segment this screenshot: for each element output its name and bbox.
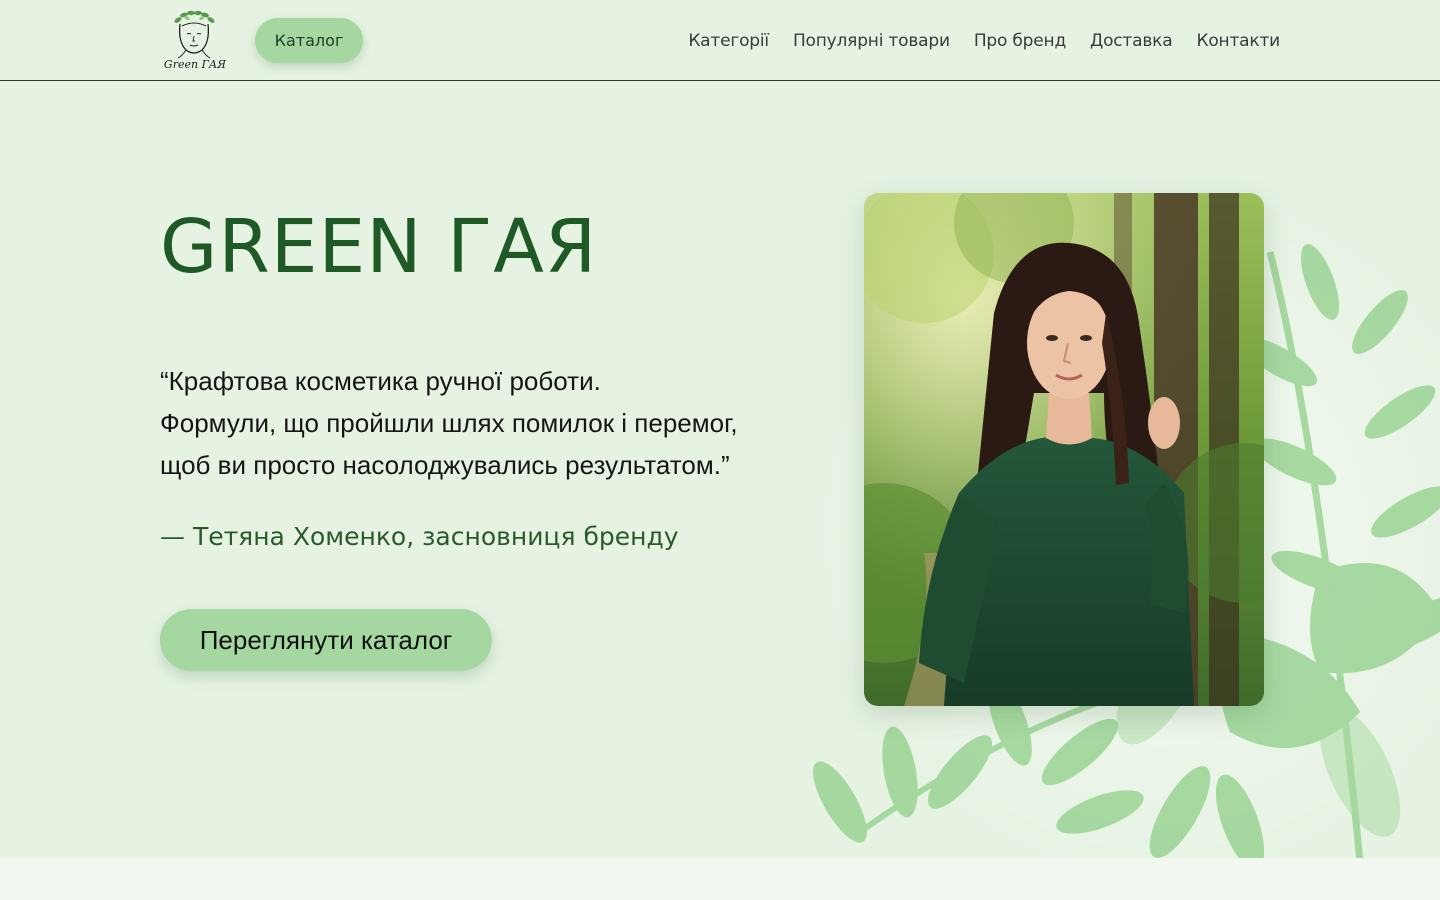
view-catalog-button[interactable]: Переглянути каталог <box>160 609 492 671</box>
quote-author: — Тетяна Хоменко, засновниця бренду <box>160 522 679 551</box>
brand-logo[interactable]: Green ГАЯ <box>160 4 230 74</box>
nav-link-popular-products[interactable]: Популярні товари <box>793 31 950 51</box>
hero-section: GREEN ГАЯ “Крафтова косметика ручної роб… <box>0 82 1440 858</box>
catalog-button[interactable]: Каталог <box>255 18 363 63</box>
founder-portrait-icon <box>864 193 1264 706</box>
nav-link-categories[interactable]: Категорії <box>688 31 769 51</box>
quote-line: Формули, що пройшли шлях помилок і перем… <box>160 408 738 438</box>
founder-photo <box>864 193 1264 706</box>
quote-line: “Крафтова косметика ручної роботи. <box>160 366 601 396</box>
hero-quote: “Крафтова косметика ручної роботи. Форму… <box>160 360 820 486</box>
nav-link-contacts[interactable]: Контакти <box>1196 31 1280 51</box>
nav-link-about-brand[interactable]: Про бренд <box>974 31 1066 51</box>
logo-text: Green ГАЯ <box>164 58 227 71</box>
nav-link-delivery[interactable]: Доставка <box>1090 31 1173 51</box>
logo-face-icon: Green ГАЯ <box>164 10 227 71</box>
next-section-strip <box>0 858 1440 900</box>
main-nav: Категорії Популярні товари Про бренд Дос… <box>688 0 1280 81</box>
hero-title: GREEN ГАЯ <box>160 204 598 290</box>
site-header: Green ГАЯ Каталог Категорії Популярні то… <box>0 0 1440 81</box>
quote-line: щоб ви просто насолоджувались результато… <box>160 450 730 480</box>
